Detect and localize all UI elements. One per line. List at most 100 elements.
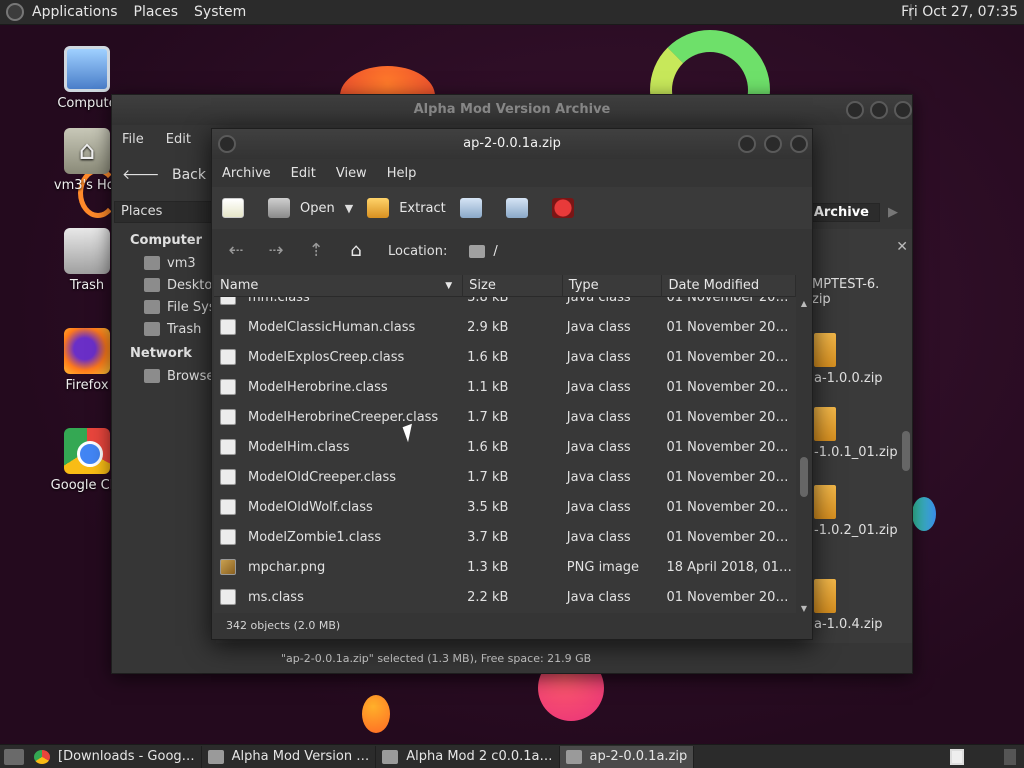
cell-date: 01 November 201… (666, 499, 796, 515)
cell-name-text: ModelOldCreeper.class (248, 469, 397, 485)
zip-file-icon (814, 407, 836, 441)
menu-edit[interactable]: Edit (166, 132, 191, 147)
menu-places[interactable]: Places (134, 4, 179, 20)
sidebar-item-trash[interactable]: Trash (118, 318, 216, 340)
java-class-file-icon (220, 349, 236, 365)
table-row[interactable]: mpchar.png 1.3 kB PNG image 18 April 2018, … (214, 552, 796, 582)
scrollbar-thumb[interactable] (902, 431, 910, 471)
sidebar-section-network: Network (130, 346, 192, 361)
close-icon[interactable]: ✕ (896, 239, 908, 255)
sidebar-item-vm3[interactable]: vm3 (118, 252, 216, 274)
chevron-right-icon[interactable]: ▶ (888, 205, 898, 220)
extract-button[interactable]: Extract (367, 198, 446, 218)
forward-arrow-icon[interactable]: ⇢ (264, 239, 288, 263)
file-list[interactable]: Name ▼ Size Type Date Modified mm.class 3.… (214, 275, 796, 613)
minimize-button[interactable] (846, 101, 864, 119)
sidebar-section-computer: Computer (130, 233, 203, 248)
workspace-icon[interactable] (1004, 749, 1016, 765)
desktop-icon-label: Trash (69, 278, 105, 293)
sidebar-item-label: Trash (167, 321, 202, 337)
cell-name: ModelExplosCreep.class (214, 349, 463, 365)
location-bar: ⇠ ⇢ ⇡ ⌂ Location: / (212, 229, 812, 273)
table-row[interactable]: ModelOldWolf.class 3.5 kB Java class 01 Nov… (214, 492, 796, 522)
scroll-down-icon[interactable]: ▼ (798, 604, 810, 613)
scrollbar[interactable]: ▲ ▼ (798, 299, 810, 613)
taskbar-button[interactable]: Alpha Mod 2 c0.0.1a… (376, 745, 560, 768)
maximize-button[interactable] (764, 135, 782, 153)
stop-button[interactable] (551, 198, 584, 218)
file-item[interactable]: MPTEST-6. zip (812, 277, 902, 307)
window-title: ap-2-0.0.1a.zip (463, 136, 561, 151)
window-titlebar[interactable]: Alpha Mod Version Archive (112, 95, 912, 125)
clock[interactable]: Fri Oct 27, 07:35 (901, 4, 1018, 20)
table-row[interactable]: ModelExplosCreep.class 1.6 kB Java class 01… (214, 342, 796, 372)
wallpaper-shape (362, 695, 390, 733)
sidebar-item-desktop[interactable]: Desktop (118, 274, 216, 296)
places-selector[interactable]: Places (114, 201, 216, 223)
open-button[interactable]: Open (268, 198, 335, 218)
zip-file-icon (814, 333, 836, 367)
table-row[interactable]: ModelOldCreeper.class 1.7 kB Java class 01 … (214, 462, 796, 492)
column-header-date[interactable]: Date Modified (662, 275, 796, 297)
file-item[interactable]: a-1.0.0.zip (814, 333, 904, 386)
taskbar-button[interactable]: ap-2-0.0.1a.zip (559, 745, 695, 768)
column-header-type[interactable]: Type (563, 275, 663, 297)
menu-help[interactable]: Help (387, 166, 417, 181)
window-title: Alpha Mod Version Archive (413, 102, 611, 117)
menu-file[interactable]: File (122, 132, 144, 147)
scrollbar-thumb[interactable] (800, 457, 808, 497)
taskbar-button[interactable]: Alpha Mod Version … (202, 745, 377, 768)
show-desktop-icon[interactable] (4, 748, 24, 765)
menu-view[interactable]: View (336, 166, 367, 181)
menu-edit[interactable]: Edit (291, 166, 316, 181)
close-button[interactable] (894, 101, 912, 119)
add-files-button[interactable] (459, 198, 492, 218)
workspace-switcher-icon[interactable] (950, 749, 964, 765)
table-row[interactable]: ModelZombie1.class 3.7 kB Java class 01 Nov… (214, 522, 796, 552)
taskbar-button[interactable]: [Downloads - Goog… (28, 745, 202, 768)
sidebar-item-browse-network[interactable]: Browse (118, 365, 216, 387)
close-button[interactable] (790, 135, 808, 153)
location-input[interactable]: / (493, 244, 497, 259)
menu-archive[interactable]: Archive (222, 166, 271, 181)
archive-manager-window[interactable]: ap-2-0.0.1a.zip Archive Edit View Help O… (211, 128, 813, 640)
column-header-name[interactable]: Name ▼ (214, 275, 464, 297)
sidebar-item-filesystem[interactable]: File Syst (118, 296, 216, 318)
window-menu-button[interactable] (218, 135, 236, 153)
cell-name-text: ModelHerobrine.class (248, 379, 388, 395)
file-item[interactable]: -1.0.2_01.zip (814, 485, 904, 538)
add-folder-button[interactable] (505, 198, 538, 218)
back-arrow-icon[interactable]: ⇠ (224, 239, 248, 263)
breadcrumb-archive[interactable]: Archive (802, 202, 880, 222)
scroll-up-icon[interactable]: ▲ (798, 299, 810, 308)
file-item[interactable]: -1.0.1_01.zip (814, 407, 904, 460)
trash-icon (144, 322, 160, 336)
table-row[interactable]: ModelClassicHuman.class 2.9 kB Java class 0… (214, 312, 796, 342)
cell-name: ModelClassicHuman.class (214, 319, 463, 335)
table-row[interactable]: ms.class 2.2 kB Java class 01 November 201… (214, 582, 796, 612)
status-bar: "ap-2-0.0.1a.zip" selected (1.3 MB), Fre… (281, 652, 592, 665)
distro-logo-icon[interactable] (6, 3, 24, 21)
menu-system[interactable]: System (194, 4, 246, 20)
cell-date: 01 November 201… (666, 439, 796, 455)
desktop-icon (144, 278, 160, 292)
column-header-size[interactable]: Size (463, 275, 563, 297)
minimize-button[interactable] (738, 135, 756, 153)
cell-type: Java class (566, 379, 631, 395)
up-arrow-icon[interactable]: ⇡ (304, 239, 328, 263)
table-row[interactable]: ModelHim.class 1.6 kB Java class 01 Novembe… (214, 432, 796, 462)
table-row[interactable]: ModelHerobrineCreeper.class 1.7 kB Java cl… (214, 402, 796, 432)
home-icon[interactable]: ⌂ (344, 239, 368, 263)
table-body: mm.class 3.8 kB Java class 01 November 201…… (214, 282, 796, 612)
cell-name: ModelHim.class (214, 439, 463, 455)
chevron-down-icon[interactable]: ▼ (345, 202, 353, 215)
table-row[interactable]: ModelHerobrine.class 1.1 kB Java class 01 N… (214, 372, 796, 402)
file-item[interactable]: a-1.0.4.zip (814, 579, 904, 632)
cell-date: 01 November 201… (666, 349, 796, 365)
window-titlebar[interactable]: ap-2-0.0.1a.zip (212, 129, 812, 159)
maximize-button[interactable] (870, 101, 888, 119)
cell-size: 3.5 kB (467, 499, 509, 515)
new-archive-button[interactable] (222, 198, 254, 218)
taskbar-button-label: Alpha Mod Version … (231, 749, 370, 764)
menu-applications[interactable]: Applications (32, 4, 118, 20)
